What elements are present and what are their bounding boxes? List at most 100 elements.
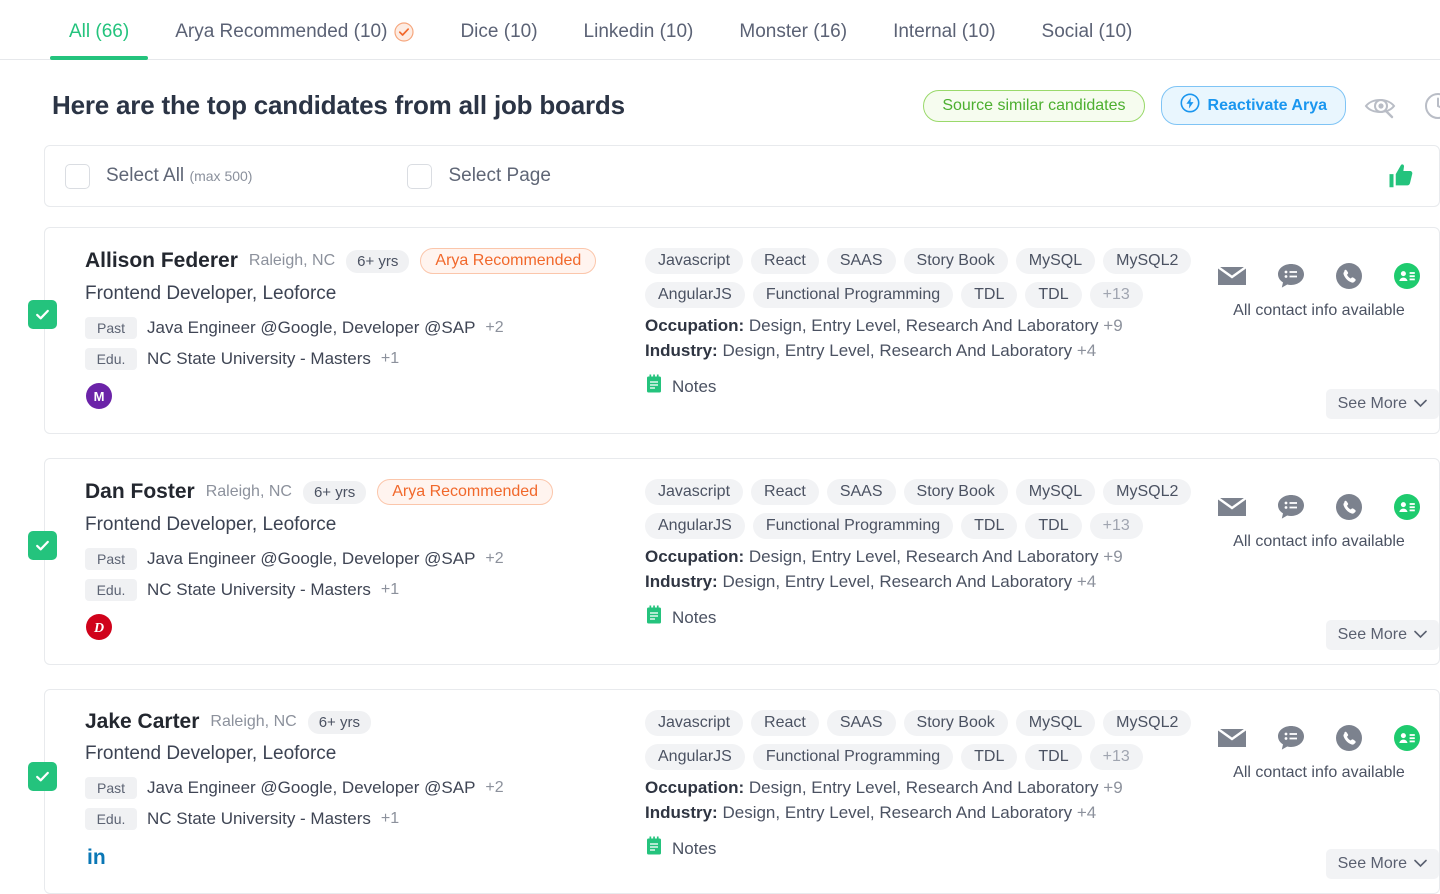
skill-tag[interactable]: AngularJS [645,744,745,770]
skill-tag[interactable]: React [751,248,819,274]
skill-tag[interactable]: TDL [1025,513,1081,539]
clock-icon[interactable] [1422,89,1440,123]
phone-icon[interactable] [1335,262,1363,290]
edu-more[interactable]: +1 [381,581,399,599]
skill-tag[interactable]: MySQL [1016,479,1095,505]
email-icon[interactable] [1217,264,1247,288]
skill-tag[interactable]: Story Book [904,710,1008,736]
contact-card-icon[interactable] [1393,724,1421,752]
select-all-checkbox[interactable] [65,164,90,189]
occupation-more[interactable]: +9 [1103,547,1122,566]
past-more[interactable]: +2 [485,319,503,337]
edu-more[interactable]: +1 [381,810,399,828]
candidate-card[interactable]: Allison Federer Raleigh, NC 6+ yrs Arya … [44,227,1440,434]
skill-tag[interactable]: MySQL [1016,248,1095,274]
tab-dice[interactable]: Dice (10) [437,21,560,59]
edu-more[interactable]: +1 [381,350,399,368]
skill-tag[interactable]: Story Book [904,479,1008,505]
phone-icon[interactable] [1335,724,1363,752]
message-icon[interactable] [1277,724,1305,752]
source-badge-monster[interactable]: M [85,382,645,415]
industry-more[interactable]: +4 [1077,341,1096,360]
header-actions: Source similar candidates Reactivate Ary… [923,86,1440,125]
select-all-label[interactable]: Select All (max 500) [106,165,252,187]
candidate-role: Frontend Developer, Leoforce [85,514,645,536]
occupation-value: Design, Entry Level, Research And Labora… [749,778,1099,797]
skill-tag[interactable]: Javascript [645,710,743,736]
candidate-experience-badge: 6+ yrs [346,250,409,273]
tab-all[interactable]: All (66) [46,21,152,59]
skill-tag[interactable]: SAAS [827,710,896,736]
tab-social[interactable]: Social (10) [1019,21,1156,59]
candidate-card[interactable]: Dan Foster Raleigh, NC 6+ yrs Arya Recom… [44,458,1440,665]
candidate-select-checkbox[interactable] [28,531,57,560]
skill-tag[interactable]: Functional Programming [753,744,953,770]
see-more-button[interactable]: See More [1326,620,1439,650]
skill-tag[interactable]: TDL [961,744,1017,770]
occupation-label: Occupation: [645,778,744,797]
contact-card-icon[interactable] [1393,493,1421,521]
check-circle-icon [394,22,414,42]
skill-tag[interactable]: AngularJS [645,513,745,539]
skill-tag[interactable]: TDL [1025,744,1081,770]
notes-button[interactable]: Notes [645,836,1205,861]
see-more-button[interactable]: See More [1326,389,1439,419]
industry-more[interactable]: +4 [1077,572,1096,591]
skills-more-badge[interactable]: +13 [1090,282,1143,308]
candidate-name-row: Allison Federer Raleigh, NC 6+ yrs Arya … [85,248,645,274]
candidate-name[interactable]: Allison Federer [85,249,238,273]
skill-tag[interactable]: AngularJS [645,282,745,308]
occupation-more[interactable]: +9 [1103,778,1122,797]
select-page-checkbox[interactable] [407,164,432,189]
phone-icon[interactable] [1335,493,1363,521]
skill-tag[interactable]: MySQL2 [1103,479,1191,505]
past-more[interactable]: +2 [485,779,503,797]
skill-tag[interactable]: Story Book [904,248,1008,274]
message-icon[interactable] [1277,262,1305,290]
skill-tag[interactable]: Javascript [645,248,743,274]
skill-tag[interactable]: SAAS [827,248,896,274]
tab-monster[interactable]: Monster (16) [716,21,870,59]
email-icon[interactable] [1217,495,1247,519]
skill-tag[interactable]: MySQL2 [1103,248,1191,274]
skill-tag[interactable]: Javascript [645,479,743,505]
bolt-circle-icon [1180,93,1200,118]
thumbs-up-icon[interactable] [1387,161,1417,191]
skill-tag[interactable]: MySQL [1016,710,1095,736]
contact-card-icon[interactable] [1393,262,1421,290]
skill-tag[interactable]: React [751,710,819,736]
tab-internal[interactable]: Internal (10) [870,21,1018,59]
skills-more-badge[interactable]: +13 [1090,513,1143,539]
occupation-more[interactable]: +9 [1103,316,1122,335]
candidate-select-checkbox[interactable] [28,762,57,791]
reactivate-arya-button[interactable]: Reactivate Arya [1161,86,1346,125]
source-badge-dice[interactable]: D [85,613,645,646]
skill-tag[interactable]: React [751,479,819,505]
source-badge-linkedin[interactable]: in [85,842,645,875]
message-icon[interactable] [1277,493,1305,521]
skill-tag[interactable]: TDL [961,282,1017,308]
candidate-name[interactable]: Dan Foster [85,480,195,504]
select-page-label[interactable]: Select Page [448,165,550,187]
tab-linkedin[interactable]: Linkedin (10) [561,21,717,59]
industry-more[interactable]: +4 [1077,803,1096,822]
skill-tag[interactable]: TDL [961,513,1017,539]
source-similar-candidates-button[interactable]: Source similar candidates [923,90,1144,122]
tab-arya-recommended[interactable]: Arya Recommended (10) [152,21,437,59]
skills-more-badge[interactable]: +13 [1090,744,1143,770]
skill-tag[interactable]: MySQL2 [1103,710,1191,736]
candidate-select-checkbox[interactable] [28,300,57,329]
skill-tag[interactable]: SAAS [827,479,896,505]
eye-search-icon[interactable] [1362,90,1406,122]
see-more-button[interactable]: See More [1326,849,1439,879]
skill-tag[interactable]: Functional Programming [753,282,953,308]
candidate-name[interactable]: Jake Carter [85,710,199,734]
candidate-card[interactable]: Jake Carter Raleigh, NC 6+ yrs Frontend … [44,689,1440,894]
email-icon[interactable] [1217,726,1247,750]
skill-tag[interactable]: Functional Programming [753,513,953,539]
notes-button[interactable]: Notes [645,605,1205,630]
past-value: Java Engineer @Google, Developer @SAP [147,549,475,569]
notes-button[interactable]: Notes [645,374,1205,399]
past-more[interactable]: +2 [485,550,503,568]
skill-tag[interactable]: TDL [1025,282,1081,308]
